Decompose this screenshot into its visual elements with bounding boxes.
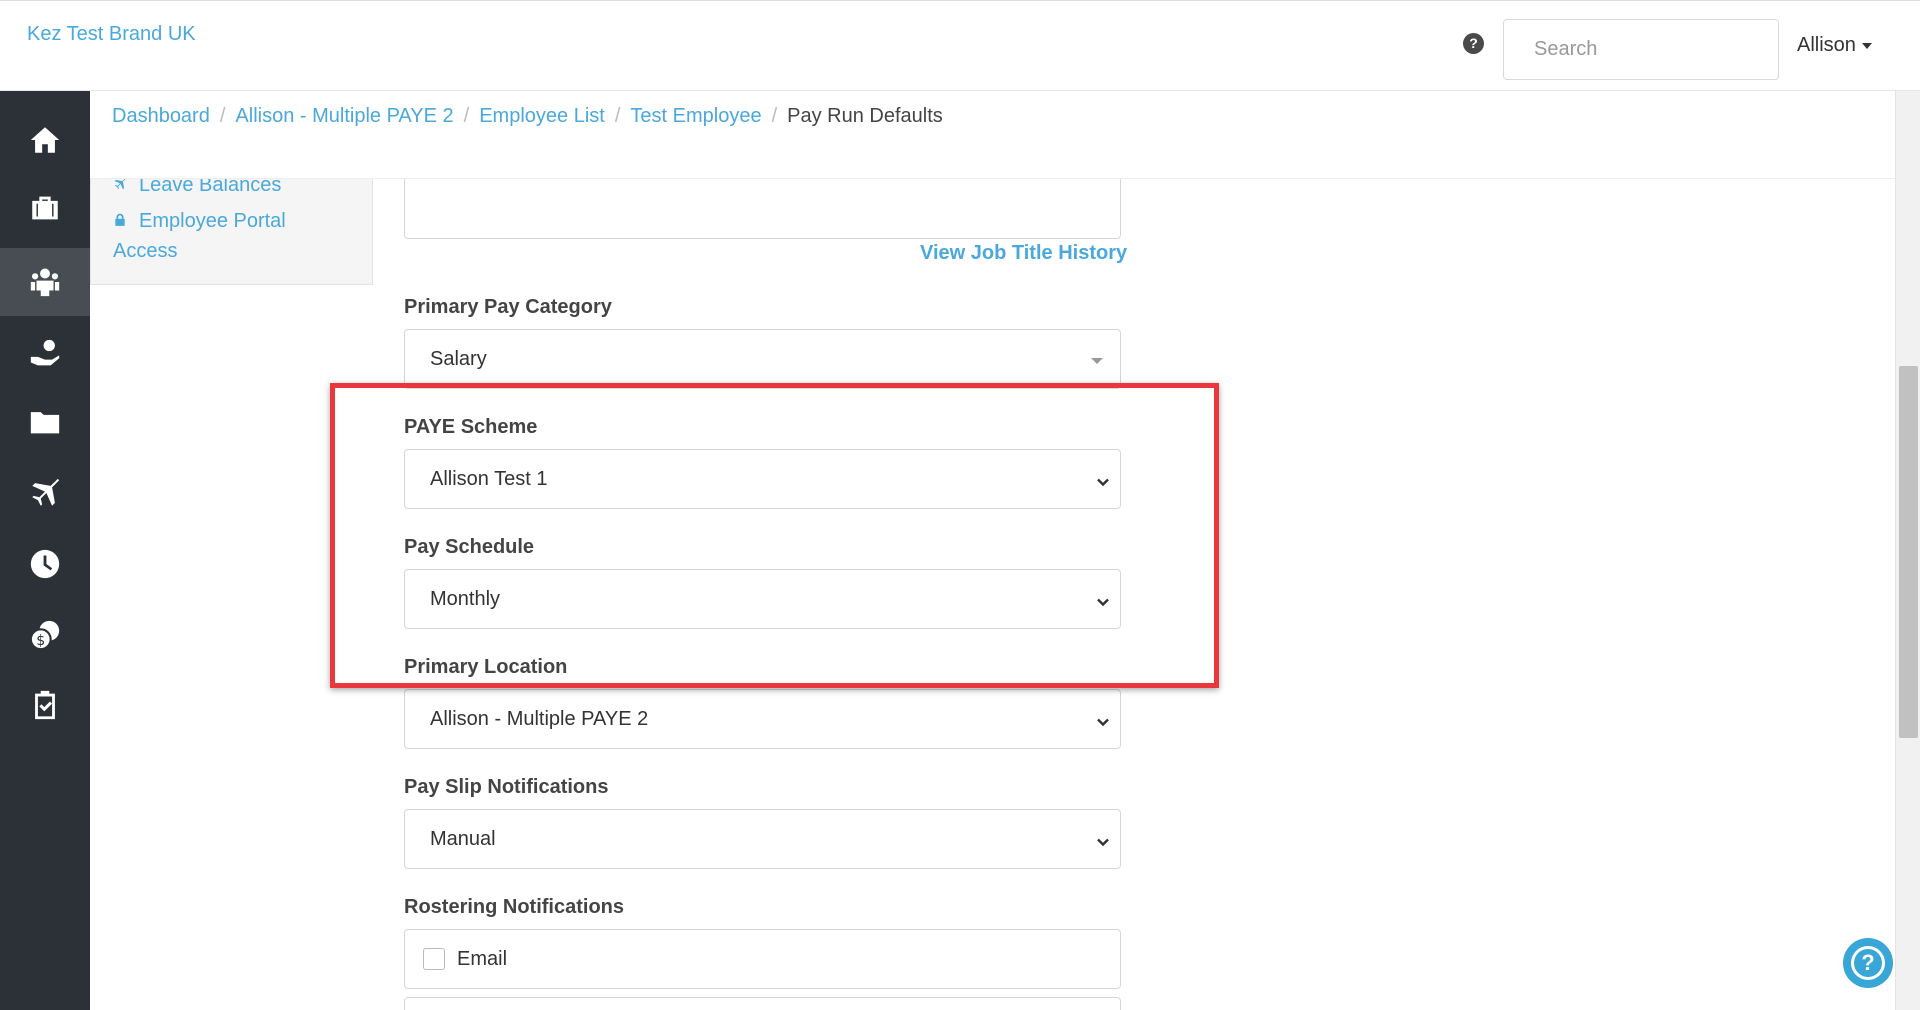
nav-leave[interactable] xyxy=(0,459,90,527)
breadcrumb-separator: / xyxy=(771,105,778,127)
breadcrumb-employee-list[interactable]: Employee List xyxy=(479,105,605,128)
user-name: Allison xyxy=(1797,34,1856,56)
clock-icon xyxy=(30,549,60,579)
nav-tasks[interactable] xyxy=(0,671,90,739)
rostering-next-option xyxy=(404,997,1121,1010)
question-mark-icon: ? xyxy=(1851,946,1885,980)
rostering-notifications-label: Rostering Notifications xyxy=(404,896,625,918)
primary-location-value: Allison - Multiple PAYE 2 xyxy=(430,707,649,730)
breadcrumb: Dashboard / Allison - Multiple PAYE 2 / … xyxy=(112,105,943,128)
email-checkbox[interactable] xyxy=(423,948,445,970)
caret-down-icon xyxy=(1861,42,1872,49)
subnav-portal-access[interactable]: Employee Portal Access xyxy=(113,206,286,266)
subnav-portal-access-label-1: Employee Portal xyxy=(139,210,286,232)
breadcrumb-business[interactable]: Allison - Multiple PAYE 2 xyxy=(235,105,453,128)
subnav-portal-access-label-2: Access xyxy=(113,240,178,262)
hand-coin-icon xyxy=(30,339,60,366)
pay-slip-notifications-label: Pay Slip Notifications xyxy=(404,776,609,798)
top-bar: Kez Test Brand UK ? Allison xyxy=(0,0,1920,91)
nav-documents[interactable] xyxy=(0,388,90,456)
svg-text:$: $ xyxy=(36,633,45,649)
scrollbar-thumb[interactable] xyxy=(1899,366,1918,738)
people-icon xyxy=(30,268,60,297)
help-chat-button[interactable]: ? xyxy=(1843,938,1893,988)
clipboard-check-icon xyxy=(35,690,55,720)
nav-payroll[interactable] xyxy=(0,320,90,388)
primary-location-label: Primary Location xyxy=(404,656,568,678)
pay-schedule-select[interactable]: Monthly xyxy=(404,569,1121,629)
paye-scheme-select[interactable]: Allison Test 1 xyxy=(404,449,1121,509)
brand-name[interactable]: Kez Test Brand UK xyxy=(27,23,196,46)
breadcrumb-dashboard[interactable]: Dashboard xyxy=(112,105,210,128)
paye-scheme-label: PAYE Scheme xyxy=(404,416,538,438)
help-icon[interactable]: ? xyxy=(1463,33,1484,54)
employee-subnav: Leave Balances Employee Portal Access xyxy=(90,179,373,285)
briefcase-icon xyxy=(32,196,58,220)
subnav-leave-balances-label: Leave Balances xyxy=(139,179,282,196)
paye-scheme-value: Allison Test 1 xyxy=(430,467,548,490)
plane-icon xyxy=(114,179,126,190)
primary-location-select[interactable]: Allison - Multiple PAYE 2 xyxy=(404,689,1121,749)
pay-slip-notifications-value: Manual xyxy=(430,827,496,850)
home-icon xyxy=(30,127,60,153)
nav-employees[interactable] xyxy=(0,248,90,316)
nav-time[interactable] xyxy=(0,530,90,598)
folder-icon xyxy=(30,412,60,434)
nav-expenses[interactable]: $ xyxy=(0,601,90,669)
breadcrumb-separator: / xyxy=(614,105,621,127)
page-scrollbar[interactable] xyxy=(1895,91,1920,1010)
plane-icon xyxy=(32,478,60,506)
breadcrumb-separator: / xyxy=(219,105,226,127)
pay-schedule-value: Monthly xyxy=(430,587,501,610)
rostering-email-option: Email xyxy=(404,929,1121,989)
coins-icon: $ xyxy=(29,620,60,651)
nav-business[interactable] xyxy=(0,174,90,242)
breadcrumb-bar: Dashboard / Allison - Multiple PAYE 2 / … xyxy=(90,91,1895,179)
primary-pay-category-select[interactable]: Salary xyxy=(404,329,1121,389)
job-title-input[interactable] xyxy=(404,179,1121,239)
subnav-leave-balances[interactable]: Leave Balances xyxy=(113,179,281,200)
pay-schedule-label: Pay Schedule xyxy=(404,536,535,558)
chevron-down-icon xyxy=(1096,712,1110,727)
main-sidebar: $ xyxy=(0,91,90,1010)
breadcrumb-employee[interactable]: Test Employee xyxy=(630,105,761,128)
lock-icon xyxy=(115,213,125,226)
breadcrumb-separator: / xyxy=(463,105,470,127)
pay-slip-notifications-select[interactable]: Manual xyxy=(404,809,1121,869)
primary-pay-category-label: Primary Pay Category xyxy=(404,296,612,318)
chevron-down-icon xyxy=(1096,832,1110,847)
user-menu[interactable]: Allison xyxy=(1797,34,1872,57)
search-input[interactable] xyxy=(1503,19,1779,80)
chevron-down-icon xyxy=(1096,472,1110,487)
view-job-title-history-link[interactable]: View Job Title History xyxy=(920,242,1127,265)
nav-home[interactable] xyxy=(0,106,90,174)
primary-pay-category-value: Salary xyxy=(430,347,487,370)
breadcrumb-current: Pay Run Defaults xyxy=(787,105,943,127)
chevron-down-icon xyxy=(1096,592,1110,607)
email-checkbox-label[interactable]: Email xyxy=(457,948,507,971)
caret-down-icon xyxy=(1091,358,1103,364)
